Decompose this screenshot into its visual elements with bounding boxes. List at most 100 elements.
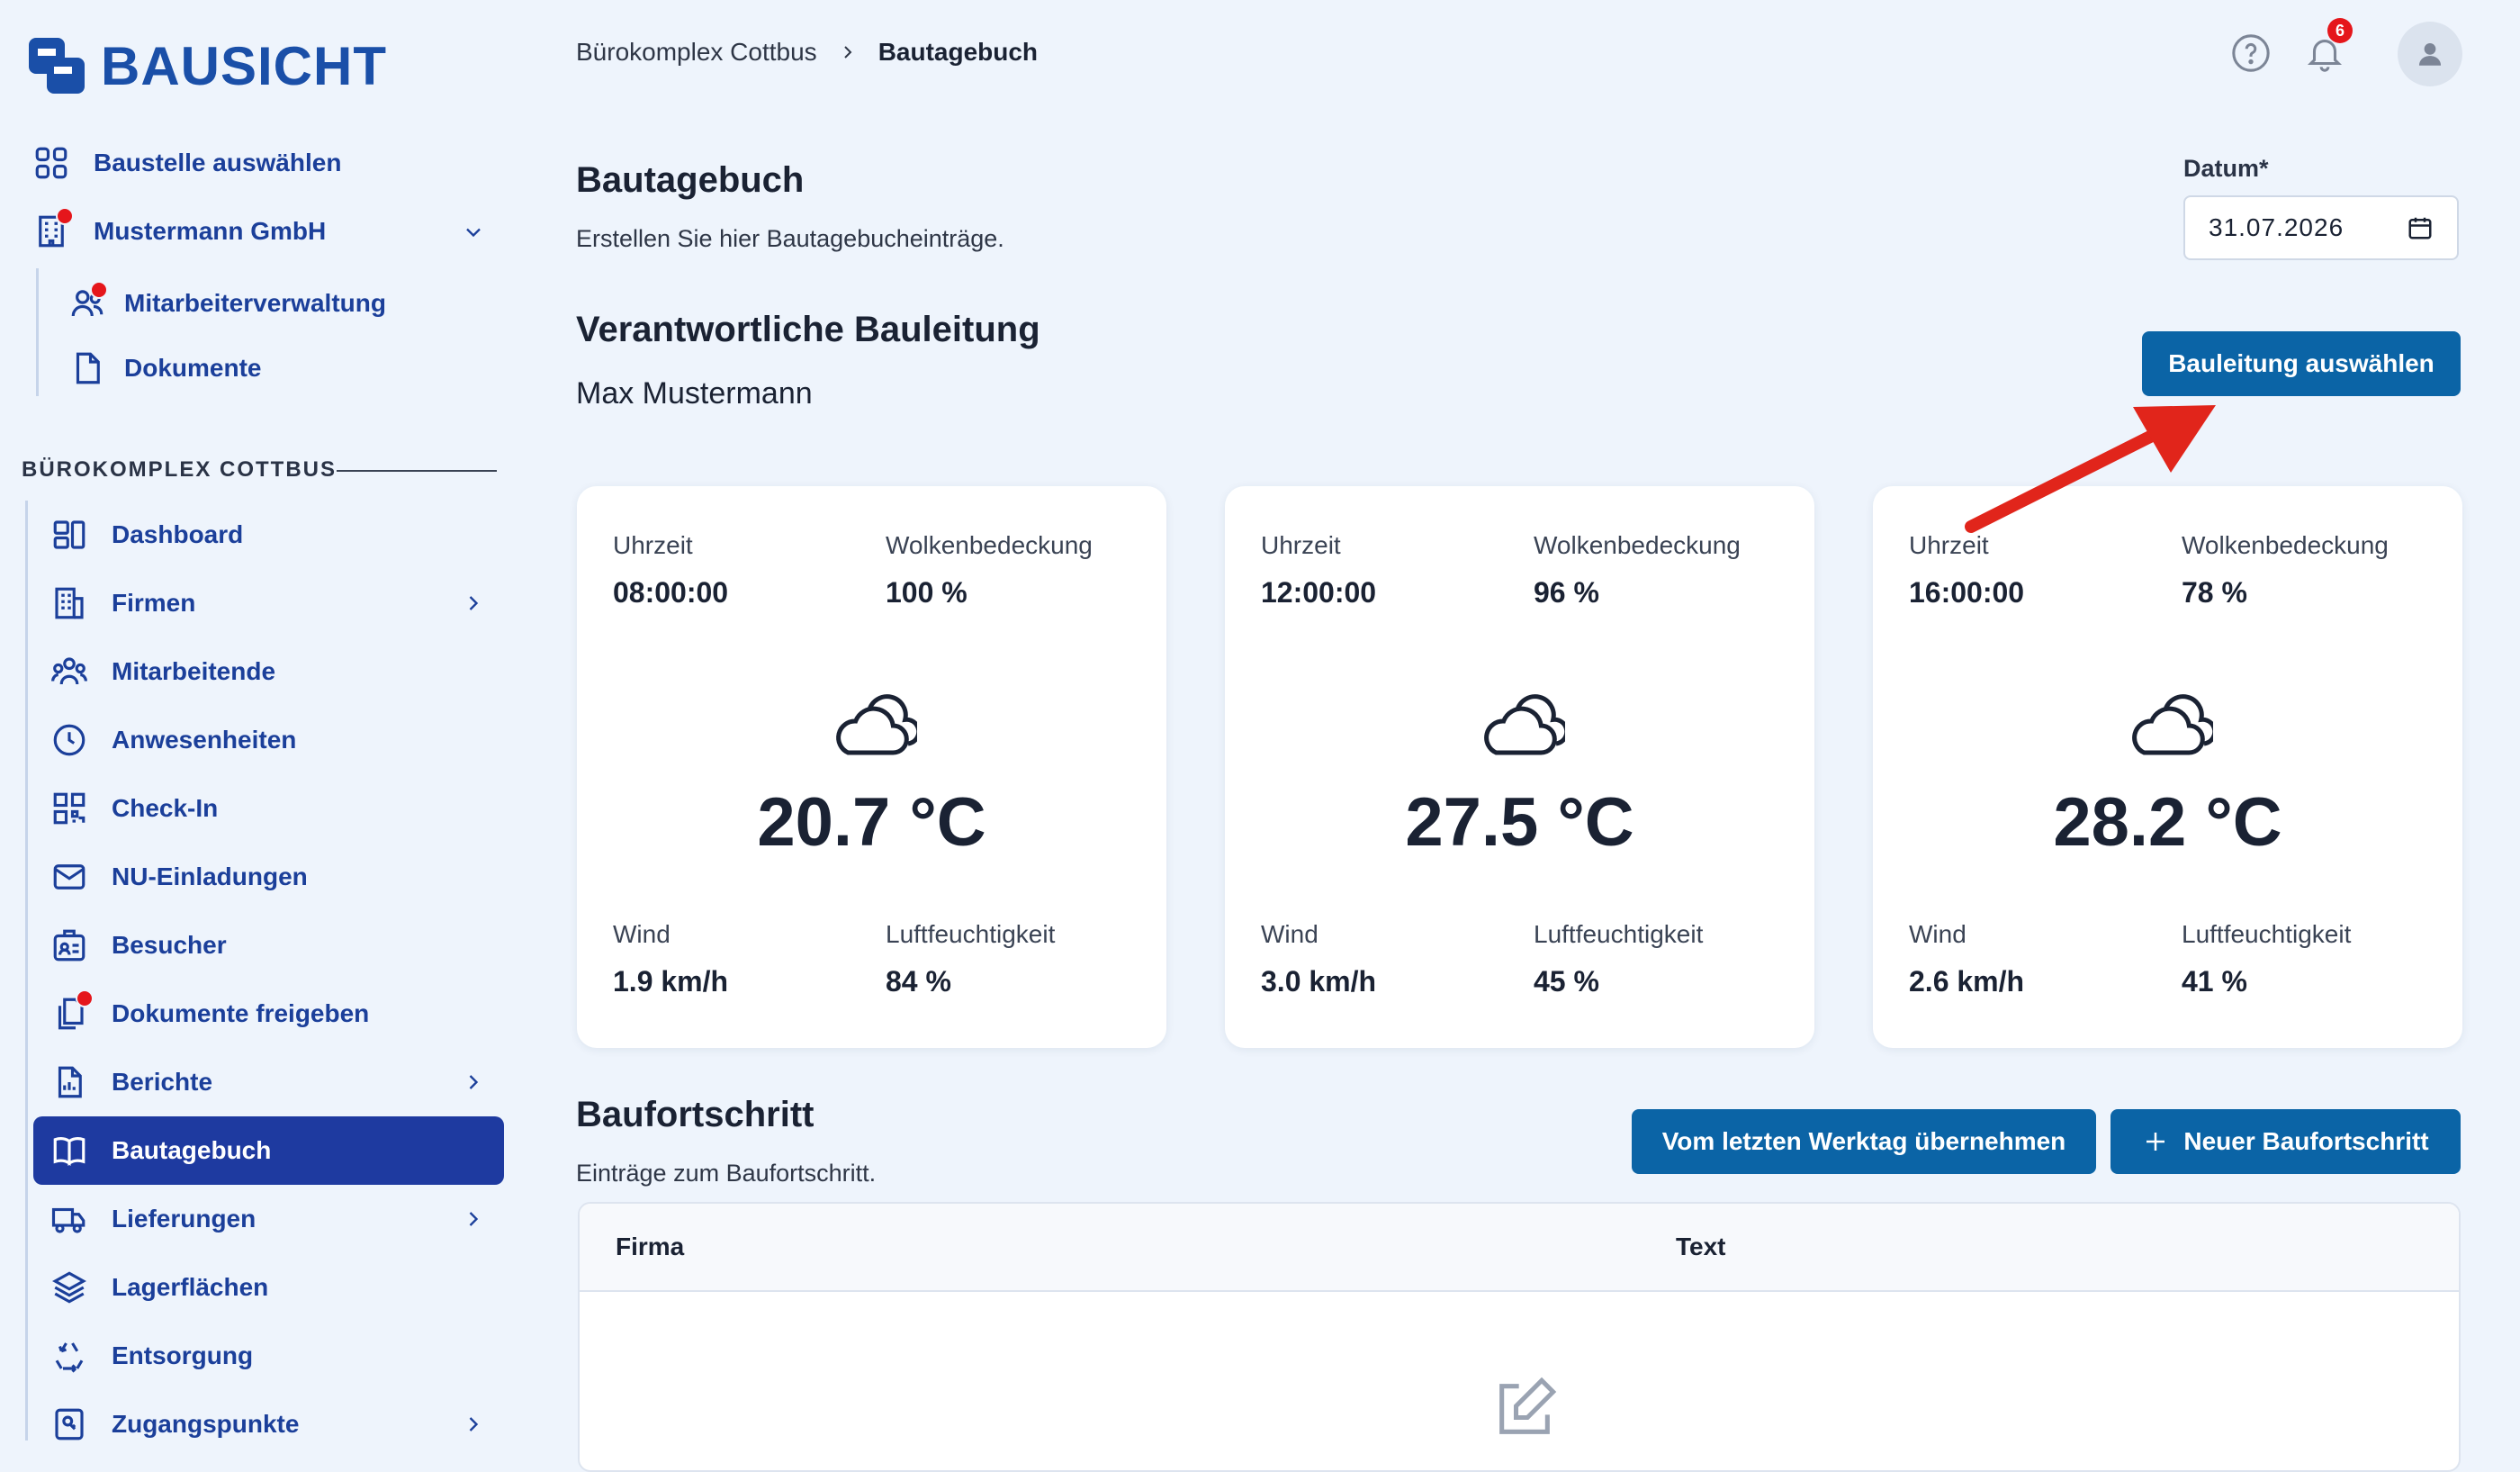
select-manager-button[interactable]: Bauleitung auswählen bbox=[2142, 331, 2461, 396]
date-label: Datum* bbox=[2183, 155, 2269, 182]
section-title: BÜROKOMPLEX COTTBUS bbox=[22, 457, 337, 482]
date-value: 31.07.2026 bbox=[2209, 213, 2344, 241]
wind-label: Wind bbox=[613, 920, 670, 948]
badge-icon bbox=[49, 925, 90, 966]
grid-icon bbox=[31, 142, 72, 184]
new-progress-button[interactable]: Neuer Baufortschritt bbox=[2110, 1109, 2461, 1174]
cloud-icon bbox=[1484, 694, 1565, 755]
cloud-cover-value: 78 % bbox=[2182, 576, 2247, 609]
humidity-label: Luftfeuchtigkeit bbox=[886, 920, 1056, 948]
sidebar-item-nu-einladungen[interactable]: NU-Einladungen bbox=[49, 856, 308, 898]
chevron-right-icon[interactable] bbox=[461, 1412, 486, 1437]
date-input[interactable]: 31.07.2026 bbox=[2183, 195, 2459, 260]
employee-management-link[interactable]: Mitarbeiterverwaltung bbox=[67, 281, 386, 324]
documents-icon bbox=[49, 989, 94, 1034]
nav-label: Besucher bbox=[112, 931, 227, 959]
chevron-down-icon[interactable] bbox=[461, 220, 486, 245]
user-icon bbox=[2418, 42, 2442, 66]
notification-count-badge: 6 bbox=[2327, 18, 2353, 43]
sidebar-item-anwesenheiten[interactable]: Anwesenheiten bbox=[49, 719, 296, 761]
sidebar-item-check-in[interactable]: Check-In bbox=[49, 788, 218, 829]
breadcrumb-current: Bautagebuch bbox=[878, 38, 1039, 66]
weather-card: Uhrzeit 16:00:00 Wolkenbedeckung 78 % 28… bbox=[1873, 486, 2462, 1048]
sidebar-item-berichte[interactable]: Berichte bbox=[49, 1061, 212, 1103]
sidebar-item-firmen[interactable]: Firmen bbox=[49, 582, 195, 624]
avatar[interactable] bbox=[2398, 22, 2462, 86]
progress-title: Baufortschritt bbox=[576, 1095, 814, 1134]
manager-name: Max Mustermann bbox=[576, 376, 813, 411]
wind-value: 1.9 km/h bbox=[613, 965, 729, 998]
recycle-icon bbox=[49, 1335, 90, 1377]
wind-label: Wind bbox=[1909, 920, 1966, 948]
nav-label: Dokumente freigeben bbox=[112, 999, 370, 1027]
sidebar-item-mitarbeitende[interactable]: Mitarbeitende bbox=[49, 651, 275, 692]
qr-icon bbox=[49, 788, 90, 829]
page-subtitle: Erstellen Sie hier Bautagebucheinträge. bbox=[576, 225, 1004, 252]
sidebar-item-dokumente-freigeben[interactable]: Dokumente freigeben bbox=[49, 989, 370, 1034]
nav-label: Mitarbeitende bbox=[112, 657, 276, 685]
dashboard-icon bbox=[49, 514, 90, 555]
mail-icon bbox=[49, 856, 90, 898]
submenu-line bbox=[36, 268, 39, 396]
breadcrumb-site[interactable]: Bürokomplex Cottbus bbox=[576, 38, 817, 67]
chevron-right-icon[interactable] bbox=[461, 1070, 486, 1095]
select-site-link[interactable]: Baustelle auswählen bbox=[31, 142, 341, 184]
chevron-right-icon[interactable] bbox=[461, 1206, 486, 1232]
temperature: 20.7 °C bbox=[757, 784, 986, 861]
notifications-button[interactable]: 6 bbox=[2304, 18, 2353, 78]
clock-icon bbox=[49, 719, 90, 761]
manager-section-title: Verantwortliche Bauleitung bbox=[576, 310, 1040, 349]
breadcrumb: Bürokomplex Cottbus Bautagebuch bbox=[576, 38, 1038, 67]
nav-label: Berichte bbox=[112, 1068, 213, 1096]
nav-label: NU-Einladungen bbox=[112, 862, 308, 890]
sidebar-item-besucher[interactable]: Besucher bbox=[49, 925, 227, 966]
time-value: 16:00:00 bbox=[1909, 576, 2025, 609]
company-icon bbox=[49, 582, 90, 624]
calendar-icon[interactable] bbox=[2407, 214, 2434, 241]
copy-last-workday-button[interactable]: Vom letzten Werktag übernehmen bbox=[1632, 1109, 2096, 1174]
nav-label: Bautagebuch bbox=[112, 1136, 272, 1164]
help-button[interactable] bbox=[2230, 32, 2272, 78]
humidity-value: 84 % bbox=[886, 965, 951, 998]
book-icon bbox=[49, 1130, 90, 1171]
time-label: Uhrzeit bbox=[1261, 531, 1341, 559]
progress-table: Firma Text bbox=[578, 1202, 2461, 1472]
nav-label: Check-In bbox=[112, 794, 219, 822]
cloud-cover-value: 100 % bbox=[886, 576, 968, 609]
wind-value: 2.6 km/h bbox=[1909, 965, 2025, 998]
nav-label: Mitarbeiterverwaltung bbox=[124, 289, 386, 317]
cloud-cover-label: Wolkenbedeckung bbox=[886, 531, 1093, 559]
table-header: Firma Text bbox=[580, 1204, 2459, 1292]
team-icon bbox=[49, 651, 90, 692]
humidity-value: 41 % bbox=[2182, 965, 2247, 998]
humidity-label: Luftfeuchtigkeit bbox=[2182, 920, 2352, 948]
weather-card: Uhrzeit 12:00:00 Wolkenbedeckung 96 % 27… bbox=[1225, 486, 1814, 1048]
layers-icon bbox=[49, 1267, 90, 1308]
annotation-arrow bbox=[1965, 405, 2216, 533]
edit-icon bbox=[1499, 1377, 1557, 1434]
documents-link[interactable]: Dokumente bbox=[67, 348, 261, 389]
cloud-cover-label: Wolkenbedeckung bbox=[1534, 531, 1741, 559]
page-title: Bautagebuch bbox=[576, 160, 805, 200]
building-icon bbox=[31, 207, 74, 252]
progress-subtitle: Einträge zum Baufortschritt. bbox=[576, 1160, 877, 1187]
cloud-icon bbox=[2132, 694, 2213, 755]
nav-label: Firmen bbox=[112, 589, 196, 617]
nav-label: Anwesenheiten bbox=[112, 726, 297, 754]
brand-logo[interactable]: BAUSICHT bbox=[27, 34, 387, 97]
column-header-firma: Firma bbox=[616, 1233, 685, 1260]
bausicht-logo-icon bbox=[29, 38, 85, 94]
sidebar-item-bautagebuch[interactable]: Bautagebuch bbox=[49, 1130, 271, 1171]
chevron-right-icon[interactable] bbox=[461, 591, 486, 616]
company-select[interactable]: Mustermann GmbH bbox=[31, 207, 326, 252]
notification-dot bbox=[90, 281, 108, 299]
nav-label: Dashboard bbox=[112, 520, 244, 548]
new-progress-label: Neuer Baufortschritt bbox=[2183, 1127, 2429, 1155]
sidebar-item-dashboard[interactable]: Dashboard bbox=[49, 514, 243, 555]
sidebar-item-entsorgung[interactable]: Entsorgung bbox=[49, 1335, 253, 1377]
sidebar-item-zugangspunkte[interactable]: Zugangspunkte bbox=[49, 1404, 299, 1445]
truck-icon bbox=[49, 1198, 90, 1240]
sidebar-item-lagerflaechen[interactable]: Lagerflächen bbox=[49, 1267, 268, 1308]
weather-card: Uhrzeit 08:00:00 Wolkenbedeckung 100 % 2… bbox=[577, 486, 1166, 1048]
sidebar-item-lieferungen[interactable]: Lieferungen bbox=[49, 1198, 256, 1240]
